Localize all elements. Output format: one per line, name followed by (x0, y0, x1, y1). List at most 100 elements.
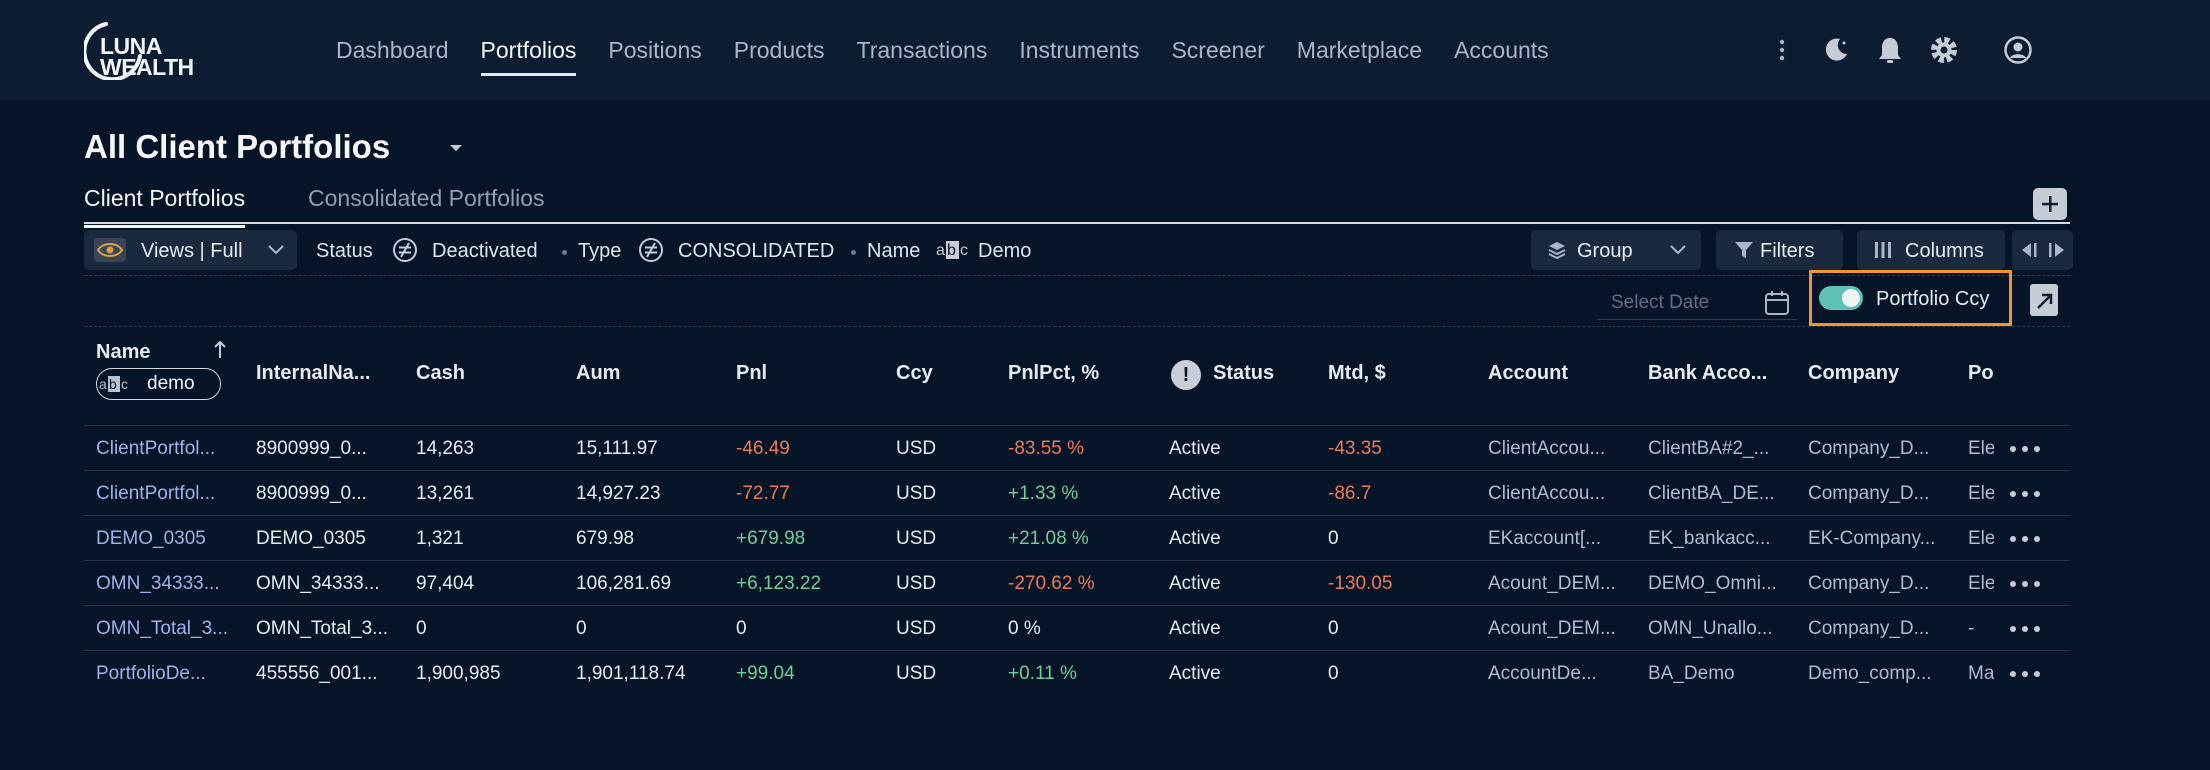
sort-asc-icon[interactable] (213, 340, 227, 360)
title-dropdown-icon[interactable] (449, 143, 463, 153)
cell-name[interactable]: ClientPortfol... (96, 438, 232, 460)
cell-bank-account[interactable]: ClientBA_DE... (1648, 483, 1788, 505)
table-row[interactable]: DEMO_0305 DEMO_0305 1,321 679.98 +679.98… (84, 516, 2070, 561)
col-header-po[interactable]: Po (1968, 362, 1994, 385)
abc-icon: a b c (99, 373, 133, 395)
portfolio-ccy-toggle[interactable] (1819, 286, 1863, 310)
cell-bank-account[interactable]: OMN_Unallo... (1648, 618, 1788, 640)
row-more-icon[interactable] (2010, 446, 2040, 452)
calendar-icon[interactable] (1763, 289, 1791, 317)
columns-button[interactable]: Columns (1857, 230, 2005, 270)
views-dropdown[interactable]: Views | Full (84, 230, 297, 270)
cell-pnl: -46.49 (736, 438, 790, 459)
cell-account[interactable]: ClientAccou... (1488, 483, 1628, 505)
layers-icon (1548, 242, 1566, 260)
col-header-mtd[interactable]: Mtd, $ (1328, 362, 1386, 385)
cell-name[interactable]: OMN_34333... (96, 573, 232, 595)
name-filter-input[interactable] (147, 373, 213, 395)
table-row[interactable]: ClientPortfol... 8900999_0... 13,261 14,… (84, 471, 2070, 516)
cell-pnl: +6,123.22 (736, 573, 822, 594)
filter-status-value[interactable]: Deactivated (432, 240, 538, 263)
cell-company[interactable]: Demo_comp... (1808, 663, 1948, 685)
filter-name-value[interactable]: Demo (978, 240, 1031, 263)
filter-type-label: Type (578, 240, 622, 262)
panel-toggle-button[interactable] (2012, 230, 2073, 270)
cell-account[interactable]: ClientAccou... (1488, 438, 1628, 460)
portfolio-ccy-label: Portfolio Ccy (1876, 288, 1990, 310)
bell-icon[interactable] (1874, 34, 1906, 66)
cell-bank-account[interactable]: DEMO_Omni... (1648, 573, 1788, 595)
col-header-name[interactable]: Name (96, 341, 150, 364)
export-button[interactable] (2030, 284, 2058, 316)
cell-account[interactable]: Acount_DEM... (1488, 618, 1628, 640)
group-dropdown[interactable]: Group (1531, 230, 1701, 270)
col-header-bank-account[interactable]: Bank Acco... (1648, 362, 1767, 385)
cell-bank-account[interactable]: BA_Demo (1648, 663, 1788, 685)
name-filter-field[interactable]: a b c (96, 368, 221, 400)
cell-internal-name: 8900999_0... (256, 438, 367, 459)
cell-pnl: 0 (736, 618, 747, 639)
cell-ccy: USD (896, 438, 937, 459)
cell-bank-account[interactable]: ClientBA#2_... (1648, 438, 1788, 460)
user-icon[interactable] (2002, 34, 2034, 66)
table-row[interactable]: OMN_Total_3... OMN_Total_3... 0 0 0 USD … (84, 606, 2070, 651)
cell-internal-name: 8900999_0... (256, 483, 367, 504)
tab-consolidated-portfolios[interactable]: Consolidated Portfolios (308, 182, 545, 224)
nav-positions[interactable]: Positions (608, 0, 701, 100)
cell-account[interactable]: Acount_DEM... (1488, 573, 1628, 595)
col-header-cash[interactable]: Cash (416, 362, 465, 385)
cell-bank-account[interactable]: EK_bankacc... (1648, 528, 1788, 550)
col-header-company[interactable]: Company (1808, 362, 1899, 385)
filter-separator (851, 250, 856, 255)
more-vert-icon[interactable] (1766, 34, 1798, 66)
row-more-icon[interactable] (2010, 626, 2040, 632)
cell-mtd: 0 (1328, 618, 1339, 639)
table-row[interactable]: PortfolioDe... 455556_001... 1,900,985 1… (84, 651, 2070, 696)
cell-company[interactable]: Company_D... (1808, 573, 1948, 595)
nav-screener[interactable]: Screener (1171, 0, 1264, 100)
table-row[interactable]: OMN_34333... OMN_34333... 97,404 106,281… (84, 561, 2070, 606)
divider (84, 326, 2070, 327)
nav-products[interactable]: Products (734, 0, 825, 100)
col-header-aum[interactable]: Aum (576, 362, 620, 385)
col-header-pnlpct[interactable]: PnlPct, % (1008, 362, 1099, 385)
row-more-icon[interactable] (2010, 536, 2040, 542)
cell-aum: 679.98 (576, 528, 635, 549)
col-header-internal-name[interactable]: InternalNa... (256, 362, 370, 385)
col-header-status[interactable]: Status (1213, 362, 1274, 385)
row-more-icon[interactable] (2010, 491, 2040, 497)
cell-account[interactable]: AccountDe... (1488, 663, 1628, 685)
nav-accounts[interactable]: Accounts (1454, 0, 1549, 100)
col-header-ccy[interactable]: Ccy (896, 362, 933, 385)
cell-internal-name: 455556_001... (256, 663, 378, 684)
filters-button[interactable]: Filters (1716, 230, 1843, 270)
row-more-icon[interactable] (2010, 671, 2040, 677)
cell-ccy: USD (896, 483, 937, 504)
nav-dashboard[interactable]: Dashboard (336, 0, 449, 100)
add-button[interactable] (2033, 188, 2067, 220)
col-header-pnl[interactable]: Pnl (736, 362, 767, 385)
nav-portfolios[interactable]: Portfolios (480, 0, 576, 100)
table-row[interactable]: ClientPortfol... 8900999_0... 14,263 15,… (84, 426, 2070, 471)
moon-icon[interactable] (1820, 34, 1852, 66)
tab-client-portfolios[interactable]: Client Portfolios (84, 182, 246, 228)
cell-name[interactable]: OMN_Total_3... (96, 618, 232, 640)
cell-name[interactable]: ClientPortfol... (96, 483, 232, 505)
cell-status: Active (1169, 663, 1221, 684)
cell-company[interactable]: EK-Company... (1808, 528, 1948, 550)
nav-instruments[interactable]: Instruments (1019, 0, 1139, 100)
cell-name[interactable]: PortfolioDe... (96, 663, 232, 685)
cell-company[interactable]: Company_D... (1808, 438, 1948, 460)
luna-wealth-logo[interactable]: LUNA WEALTH (84, 20, 204, 80)
nav-marketplace[interactable]: Marketplace (1297, 0, 1422, 100)
cell-company[interactable]: Company_D... (1808, 618, 1948, 640)
cell-cash: 13,261 (416, 483, 475, 504)
gear-icon[interactable] (1928, 34, 1960, 66)
cell-name[interactable]: DEMO_0305 (96, 528, 232, 550)
col-header-account[interactable]: Account (1488, 362, 1568, 385)
nav-transactions[interactable]: Transactions (857, 0, 988, 100)
cell-company[interactable]: Company_D... (1808, 483, 1948, 505)
filter-type-value[interactable]: CONSOLIDATED (678, 240, 834, 263)
row-more-icon[interactable] (2010, 581, 2040, 587)
cell-account[interactable]: EKaccount[... (1488, 528, 1628, 550)
